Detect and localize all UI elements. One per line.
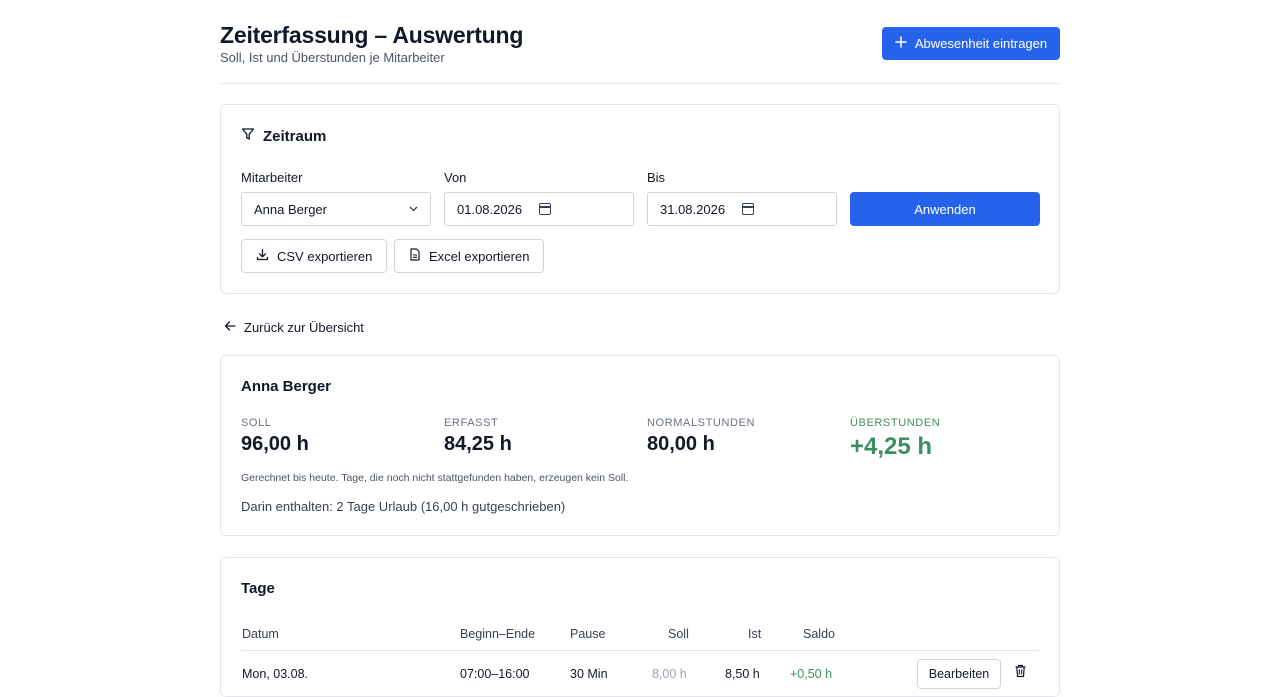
back-link-label: Zurück zur Übersicht (244, 320, 364, 335)
stat-normalstunden: NORMALSTUNDEN 80,00 h (647, 417, 755, 456)
excel-export-label: Excel exportieren (429, 248, 530, 264)
stat-value: +4,25 h (850, 433, 933, 460)
column-header-saldo: Saldo (803, 627, 835, 641)
summary-card: Anna Berger SOLL 96,00 h ERFASST 84,25 h… (220, 355, 1060, 536)
cell-ist: 8,50 h (725, 667, 760, 681)
stat-value: 96,00 h (241, 433, 309, 455)
cell-saldo: +0,50 h (790, 667, 833, 681)
column-header-soll: Soll (668, 627, 689, 641)
filter-title: Zeitraum (241, 127, 326, 145)
employee-label: Mitarbeiter (241, 170, 303, 185)
calendar-icon[interactable] (742, 203, 754, 215)
add-absence-button[interactable]: Abwesenheit eintragen (882, 27, 1060, 60)
days-title: Tage (241, 580, 275, 597)
page-title: Zeiterfassung – Auswertung (220, 22, 524, 48)
file-icon (409, 248, 421, 264)
download-icon (256, 248, 269, 264)
stat-value: 84,25 h (444, 433, 512, 455)
cell-pause: 30 Min (570, 667, 608, 681)
calendar-icon[interactable] (539, 203, 551, 215)
to-date-input[interactable]: 31.08.2026 (647, 192, 837, 226)
back-to-overview-link[interactable]: Zurück zur Übersicht (224, 320, 364, 335)
stat-label: ÜBERSTUNDEN (850, 417, 941, 429)
stat-value: 80,00 h (647, 433, 715, 455)
filter-title-label: Zeitraum (263, 127, 327, 145)
csv-export-label: CSV exportieren (277, 248, 373, 264)
header-divider (220, 83, 1060, 84)
from-date-input[interactable]: 01.08.2026 (444, 192, 634, 226)
plus-icon (895, 35, 907, 52)
filter-card: Zeitraum Mitarbeiter Anna Berger Von 01.… (220, 104, 1060, 294)
excel-export-button[interactable]: Excel exportieren (394, 239, 545, 273)
add-absence-label: Abwesenheit eintragen (914, 36, 1048, 51)
csv-export-button[interactable]: CSV exportieren (241, 239, 388, 273)
stat-soll: SOLL 96,00 h (241, 417, 309, 456)
from-label: Von (444, 170, 467, 185)
vacation-note: Darin enthalten: 2 Tage Urlaub (16,00 h … (241, 499, 566, 514)
column-header-pause: Pause (570, 627, 606, 641)
column-header-range: Beginn–Ende (460, 627, 536, 641)
apply-button[interactable]: Anwenden (850, 192, 1040, 226)
stat-ueberstunden: ÜBERSTUNDEN +4,25 h (850, 417, 940, 461)
page-header: Zeiterfassung – Auswertung Soll, Ist und… (220, 20, 1060, 84)
cell-date: Mon, 03.08. (242, 667, 309, 681)
employee-select-value: Anna Berger (254, 201, 327, 217)
cell-soll: 8,00 h (652, 667, 687, 681)
trash-icon[interactable] (1014, 664, 1027, 683)
employee-name: Anna Berger (241, 378, 332, 395)
from-date-value: 01.08.2026 (457, 201, 523, 217)
edit-button[interactable]: Bearbeiten (917, 659, 1001, 689)
calculation-note: Gerechnet bis heute. Tage, die noch nich… (241, 472, 629, 484)
arrow-left-icon (224, 320, 236, 335)
to-date-value: 31.08.2026 (660, 201, 726, 217)
stat-label: ERFASST (444, 417, 499, 429)
page-subtitle: Soll, Ist und Überstunden je Mitarbeiter (220, 50, 445, 65)
filter-icon (241, 127, 255, 145)
stat-erfasst: ERFASST 84,25 h (444, 417, 512, 456)
employee-select[interactable]: Anna Berger (241, 192, 431, 226)
table-header-divider (241, 650, 1039, 651)
column-header-ist: Ist (748, 627, 762, 641)
to-label: Bis (647, 170, 666, 185)
stat-label: SOLL (241, 417, 272, 429)
days-card: Tage Datum Beginn–Ende Pause Soll Ist Sa… (220, 557, 1060, 697)
column-header-date: Datum (242, 627, 279, 641)
stat-label: NORMALSTUNDEN (647, 417, 756, 429)
cell-range: 07:00–16:00 (460, 667, 530, 681)
chevron-down-icon (409, 204, 418, 215)
